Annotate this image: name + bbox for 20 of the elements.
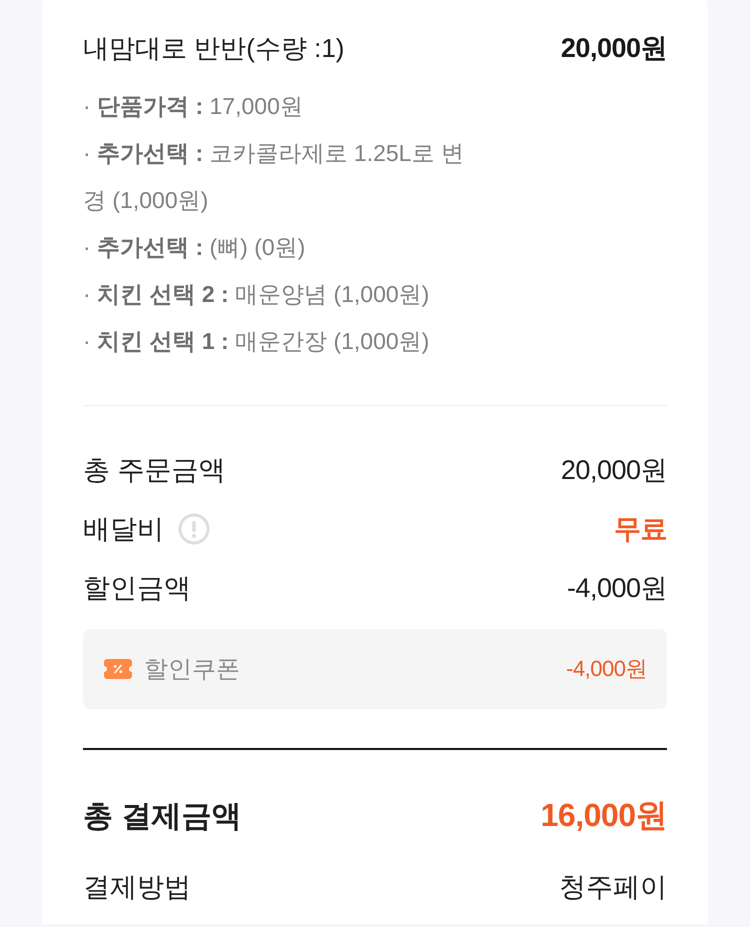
option-text: · 추가선택 : 코카콜라제로 1.25L로 변경 (1,000원): [83, 139, 465, 215]
summary-label: 배달비: [83, 512, 164, 546]
payment-value: 청주페이: [559, 871, 667, 904]
summary-value: -4,000원: [566, 572, 667, 604]
summary-label: 할인금액: [83, 572, 191, 604]
coupon-icon: [104, 659, 132, 679]
coupon-value: -4,000원: [566, 655, 647, 683]
option-text: · 치킨 선택 2 : 매운양념 (1,000원): [83, 280, 430, 309]
option-text: · 단품가격 : 17,000원: [83, 92, 304, 121]
option-text: · 추가선택 : (뼈) (0원): [83, 233, 306, 262]
item-name: 내맘대로 반반(수량 :1): [83, 32, 344, 65]
payment-label: 결제방법: [83, 871, 191, 904]
summary-label: 총 주문금액: [83, 454, 226, 486]
option-text: · 치킨 선택 1 : 매운간장 (1,000원): [83, 327, 430, 356]
total-value: 16,000원: [540, 796, 667, 835]
coupon-label: 할인쿠폰: [144, 655, 240, 685]
total-label: 총 결제금액: [83, 798, 242, 834]
summary-value: 무료: [614, 512, 667, 546]
summary-value: 20,000원: [560, 454, 667, 486]
item-price: 20,000원: [560, 32, 667, 65]
